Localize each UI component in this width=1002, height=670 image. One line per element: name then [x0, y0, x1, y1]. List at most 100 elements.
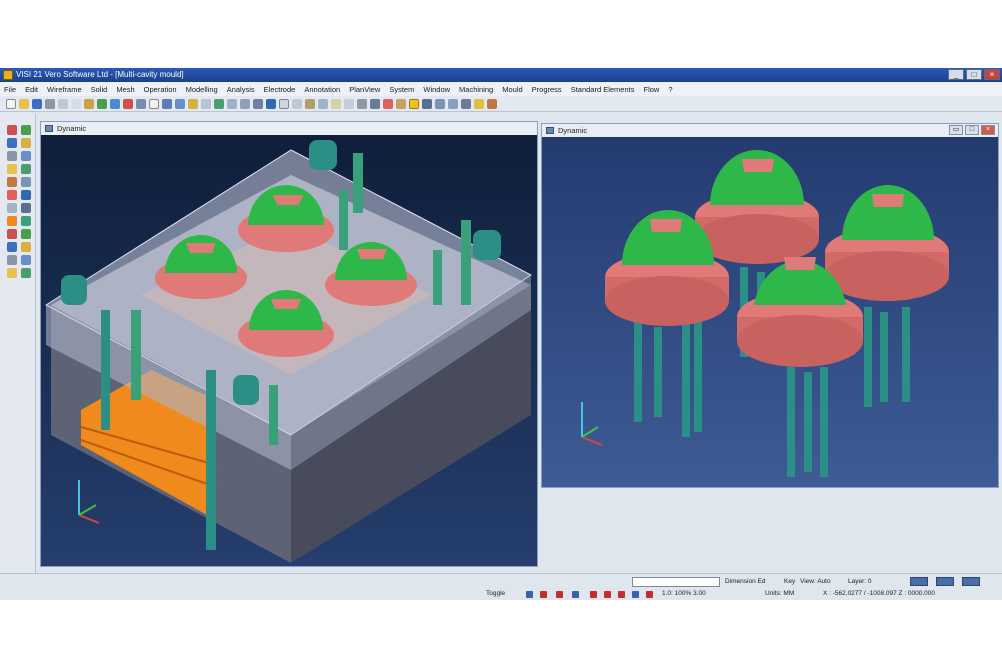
left-tool-icon[interactable] — [7, 229, 17, 239]
maximize-button[interactable]: □ — [966, 69, 982, 80]
zoom-all-icon[interactable] — [162, 98, 172, 109]
hidden-line-icon[interactable] — [292, 98, 302, 109]
select-icon[interactable] — [149, 98, 159, 109]
menu-window[interactable]: Window — [423, 85, 450, 94]
left-tool-icon[interactable] — [7, 255, 17, 265]
viewport-close-button[interactable]: × — [981, 125, 995, 135]
redo-icon[interactable] — [110, 98, 120, 109]
left-tool-icon[interactable] — [21, 164, 31, 174]
tracking-icon[interactable] — [646, 591, 653, 598]
left-tool-icon[interactable] — [7, 203, 17, 213]
left-tool-icon[interactable] — [21, 268, 31, 278]
toggle-label[interactable]: Toggle — [486, 590, 505, 597]
left-tool-icon[interactable] — [7, 268, 17, 278]
menu-edit[interactable]: Edit — [25, 85, 38, 94]
menu-annotation[interactable]: Annotation — [304, 85, 340, 94]
menu-help[interactable]: ? — [668, 85, 672, 94]
polar-toggle-icon[interactable] — [618, 591, 625, 598]
highlight-icon[interactable] — [409, 98, 419, 109]
object-snap-icon[interactable] — [632, 591, 639, 598]
menu-progress[interactable]: Progress — [532, 85, 562, 94]
left-tool-icon[interactable] — [7, 242, 17, 252]
shade-icon[interactable] — [266, 98, 276, 109]
viewport-right-canvas[interactable] — [542, 137, 998, 487]
menu-flow[interactable]: Flow — [643, 85, 659, 94]
left-tool-icon[interactable] — [7, 138, 17, 148]
left-tool-icon[interactable] — [21, 255, 31, 265]
command-input[interactable] — [632, 577, 720, 587]
layer-label[interactable]: Layer: 0 — [848, 578, 872, 585]
light-icon[interactable] — [474, 98, 484, 109]
layer-icon[interactable] — [136, 98, 146, 109]
pan-icon[interactable] — [201, 98, 211, 109]
viewport-left[interactable]: Dynamic — [40, 121, 538, 567]
wireframe-icon[interactable] — [279, 98, 289, 109]
left-tool-icon[interactable] — [21, 242, 31, 252]
material-icon[interactable] — [487, 98, 497, 109]
left-tool-icon[interactable] — [21, 177, 31, 187]
menu-standard-elements[interactable]: Standard Elements — [571, 85, 635, 94]
wcs-icon[interactable] — [370, 98, 380, 109]
menu-system[interactable]: System — [389, 85, 414, 94]
grid-toggle-icon[interactable] — [590, 591, 597, 598]
copy-icon[interactable] — [71, 98, 81, 109]
zoom-in-icon[interactable] — [188, 98, 198, 109]
rotate-icon[interactable] — [214, 98, 224, 109]
left-tool-icon[interactable] — [7, 164, 17, 174]
viewport-maximize-button[interactable]: □ — [965, 125, 979, 135]
menu-wireframe[interactable]: Wireframe — [47, 85, 82, 94]
zoom-window-icon[interactable] — [175, 98, 185, 109]
menu-operation[interactable]: Operation — [144, 85, 177, 94]
menu-planview[interactable]: PlanView — [349, 85, 380, 94]
menu-electrode[interactable]: Electrode — [264, 85, 296, 94]
menu-machining[interactable]: Machining — [459, 85, 493, 94]
status-toggle-button-2[interactable] — [936, 577, 954, 586]
snap-mode-icon[interactable] — [526, 591, 533, 598]
print-icon[interactable] — [45, 98, 55, 109]
properties-icon[interactable] — [448, 98, 458, 109]
left-tool-icon[interactable] — [21, 151, 31, 161]
left-tool-icon[interactable] — [7, 190, 17, 200]
stop-icon[interactable] — [556, 591, 563, 598]
left-tool-icon[interactable] — [7, 177, 17, 187]
view-top-icon[interactable] — [227, 98, 237, 109]
viewport-restore-button[interactable]: ▭ — [949, 125, 963, 135]
layer-manager-icon[interactable] — [422, 98, 432, 109]
undo-icon[interactable] — [97, 98, 107, 109]
left-tool-icon[interactable] — [21, 125, 31, 135]
menu-analysis[interactable]: Analysis — [227, 85, 255, 94]
status-toggle-button-3[interactable] — [962, 577, 980, 586]
record-icon[interactable] — [540, 591, 547, 598]
left-tool-icon[interactable] — [21, 203, 31, 213]
measure-icon[interactable] — [318, 98, 328, 109]
status-toggle-button-1[interactable] — [910, 577, 928, 586]
left-tool-icon[interactable] — [7, 125, 17, 135]
left-tool-icon[interactable] — [21, 229, 31, 239]
menu-file[interactable]: File — [4, 85, 16, 94]
section-icon[interactable] — [305, 98, 315, 109]
left-tool-icon[interactable] — [7, 216, 17, 226]
left-tool-icon[interactable] — [21, 216, 31, 226]
view-iso-icon[interactable] — [253, 98, 263, 109]
color-icon[interactable] — [383, 98, 393, 109]
viewport-right[interactable]: Dynamic ▭ □ × — [541, 123, 999, 488]
minimize-button[interactable]: _ — [948, 69, 964, 80]
viewport-left-canvas[interactable] — [41, 135, 537, 566]
open-folder-icon[interactable] — [19, 98, 29, 109]
filter-icon[interactable] — [396, 98, 406, 109]
cut-icon[interactable] — [58, 98, 68, 109]
menu-mould[interactable]: Mould — [502, 85, 522, 94]
close-button[interactable]: × — [984, 69, 1000, 80]
snap-icon[interactable] — [357, 98, 367, 109]
attributes-icon[interactable] — [435, 98, 445, 109]
save-icon[interactable] — [32, 98, 42, 109]
paste-icon[interactable] — [84, 98, 94, 109]
menu-modelling[interactable]: Modelling — [186, 85, 218, 94]
view-front-icon[interactable] — [240, 98, 250, 109]
grid-icon[interactable] — [344, 98, 354, 109]
delete-icon[interactable] — [123, 98, 133, 109]
left-tool-icon[interactable] — [7, 151, 17, 161]
left-tool-icon[interactable] — [21, 190, 31, 200]
ruler-icon[interactable] — [331, 98, 341, 109]
play-icon[interactable] — [572, 591, 579, 598]
